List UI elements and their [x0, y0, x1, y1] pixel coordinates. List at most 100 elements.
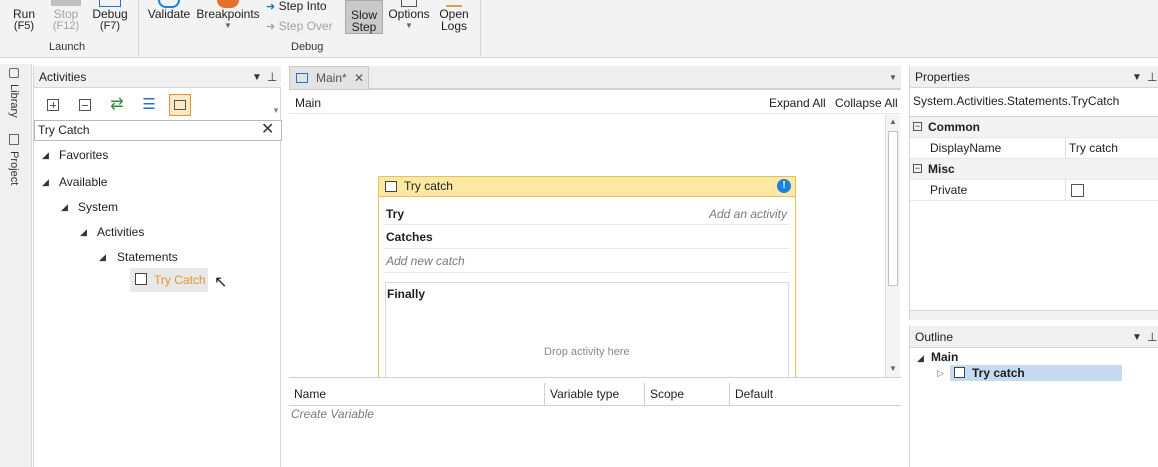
finally-section[interactable]: Finally Drop activity here: [385, 282, 789, 377]
category-misc[interactable]: − Misc: [910, 159, 1158, 180]
open-logs-label-2: Logs: [440, 19, 468, 33]
package-icon[interactable]: [169, 94, 191, 116]
breakpoints-label: Breakpoints: [196, 7, 260, 21]
expanded-triangle-icon[interactable]: ◢: [80, 227, 87, 238]
tree-item-try-catch[interactable]: Try Catch: [130, 268, 208, 292]
mouse-cursor-icon: ↖: [214, 274, 228, 291]
category-common-label: Common: [928, 120, 980, 134]
catches-section[interactable]: Catches: [385, 227, 789, 249]
tab-library[interactable]: Library: [8, 68, 20, 118]
collapse-box-icon[interactable]: −: [913, 122, 922, 131]
breakpoints-button[interactable]: Breakpoints ▼: [196, 0, 260, 32]
filter-list-icon[interactable]: ☰: [138, 94, 160, 116]
close-tab-icon[interactable]: ✕: [354, 67, 364, 89]
tab-main-label: Main*: [316, 71, 347, 85]
validate-button[interactable]: Validate: [146, 0, 192, 20]
outline-item-try-catch[interactable]: Try catch: [950, 365, 1122, 381]
collapse-all-button[interactable]: Collapse All: [835, 93, 898, 113]
column-default-label: Default: [735, 387, 774, 401]
stop-button[interactable]: Stop (F12): [50, 0, 82, 32]
tab-project[interactable]: Project: [8, 134, 20, 185]
pin-icon[interactable]: ⊥: [1147, 330, 1157, 344]
tree-item-favorites[interactable]: Favorites: [59, 148, 108, 162]
step-into-label: Step Into: [278, 0, 327, 13]
expand-all-icon[interactable]: [42, 94, 64, 116]
try-section[interactable]: Try Add an activity: [385, 203, 789, 225]
pin-icon[interactable]: ⊥: [1147, 70, 1157, 84]
property-divider: [1065, 180, 1066, 201]
property-private[interactable]: Private: [910, 180, 1158, 201]
scroll-up-icon[interactable]: ▲: [889, 117, 897, 126]
variables-panel: Name Variable type Scope Default Create …: [289, 377, 901, 467]
refresh-icon[interactable]: ⇄: [106, 94, 128, 116]
tree-item-available[interactable]: Available: [59, 175, 107, 189]
expanded-triangle-icon[interactable]: ◢: [99, 252, 106, 263]
add-activity-link[interactable]: Add an activity: [709, 207, 787, 221]
properties-bottom-bar: [910, 310, 1158, 320]
properties-panel: Properties ▼ ⊥ System.Activities.Stateme…: [909, 66, 1158, 320]
run-button[interactable]: Run (F5): [10, 8, 38, 32]
expanded-triangle-icon[interactable]: ◢: [42, 177, 49, 188]
pin-icon[interactable]: ⊥: [267, 70, 277, 84]
slow-step-button[interactable]: Slow Step: [345, 0, 383, 34]
add-catch-row[interactable]: Add new catch: [385, 251, 789, 273]
step-into-button[interactable]: ➜ Step Into: [266, 0, 336, 13]
breadcrumb[interactable]: Main: [295, 93, 321, 113]
dropdown-icon[interactable]: ▼: [1132, 332, 1142, 343]
tabs-dropdown-icon[interactable]: ▼: [889, 73, 897, 82]
collapse-box-icon[interactable]: −: [913, 164, 922, 173]
debug-button[interactable]: Debug (F7): [90, 0, 130, 32]
try-catch-header[interactable]: Try catch !: [379, 177, 795, 197]
displayname-value[interactable]: Try catch: [1069, 138, 1118, 158]
separator: [480, 0, 481, 56]
dropdown-icon[interactable]: ▼: [1132, 72, 1142, 83]
collapse-all-icon[interactable]: [74, 94, 96, 116]
outline-header: Outline: [910, 326, 1158, 348]
tree-item-activities[interactable]: Activities: [97, 225, 144, 239]
options-label: Options: [388, 7, 430, 21]
property-displayname[interactable]: DisplayName Try catch: [910, 138, 1158, 159]
column-name-label: Name: [294, 387, 327, 401]
info-icon[interactable]: !: [777, 179, 791, 193]
open-logs-button[interactable]: Open Logs: [436, 0, 472, 32]
column-scope[interactable]: Scope: [645, 383, 730, 405]
scroll-down-icon[interactable]: ▼: [889, 364, 897, 373]
expand-all-button[interactable]: Expand All: [769, 93, 826, 113]
step-into-icon: ➜: [266, 1, 276, 13]
clear-search-icon[interactable]: ✕: [261, 121, 274, 139]
search-value: Try Catch: [38, 123, 90, 137]
designer-canvas[interactable]: Try catch ! Try Add an activity Catches …: [289, 115, 885, 377]
expanded-triangle-icon[interactable]: ◢: [42, 150, 49, 161]
column-name[interactable]: Name: [289, 383, 545, 405]
column-default[interactable]: Default: [730, 383, 900, 405]
options-button[interactable]: Options ▼: [386, 0, 432, 32]
search-input[interactable]: Try Catch: [34, 120, 282, 141]
tab-main[interactable]: Main* ✕: [289, 66, 369, 90]
tab-library-label: Library: [8, 84, 20, 118]
dropdown-icon[interactable]: ▼: [252, 72, 262, 83]
try-catch-activity[interactable]: Try catch ! Try Add an activity Catches …: [378, 176, 796, 377]
expanded-triangle-icon[interactable]: ◢: [917, 353, 924, 364]
step-over-button[interactable]: ➜ Step Over: [266, 20, 336, 33]
workflow-icon: [296, 73, 308, 83]
try-catch-activity-icon: [385, 181, 397, 192]
collapsed-triangle-icon[interactable]: ▷: [937, 368, 944, 379]
tree-item-system[interactable]: System: [78, 200, 118, 214]
tree-item-statements[interactable]: Statements: [117, 250, 178, 264]
column-variable-type[interactable]: Variable type: [545, 383, 645, 405]
side-tabs: Library Project: [0, 64, 32, 467]
selected-type-name: System.Activities.Statements.TryCatch: [913, 94, 1120, 108]
private-checkbox[interactable]: [1071, 184, 1084, 197]
finally-label: Finally: [387, 287, 426, 301]
stop-key: (F12): [52, 20, 80, 32]
add-catch-link[interactable]: Add new catch: [386, 254, 465, 268]
canvas-vertical-scrollbar[interactable]: ▲ ▼: [885, 115, 900, 377]
create-variable-link[interactable]: Create Variable: [291, 407, 374, 421]
column-scope-label: Scope: [650, 387, 685, 401]
expanded-triangle-icon[interactable]: ◢: [61, 202, 68, 213]
scroll-thumb[interactable]: [888, 131, 898, 286]
tab-project-label: Project: [8, 151, 20, 186]
outline-item-main[interactable]: Main: [931, 350, 958, 364]
category-common[interactable]: − Common: [910, 117, 1158, 138]
outline-try-catch-label: Try catch: [972, 366, 1025, 380]
